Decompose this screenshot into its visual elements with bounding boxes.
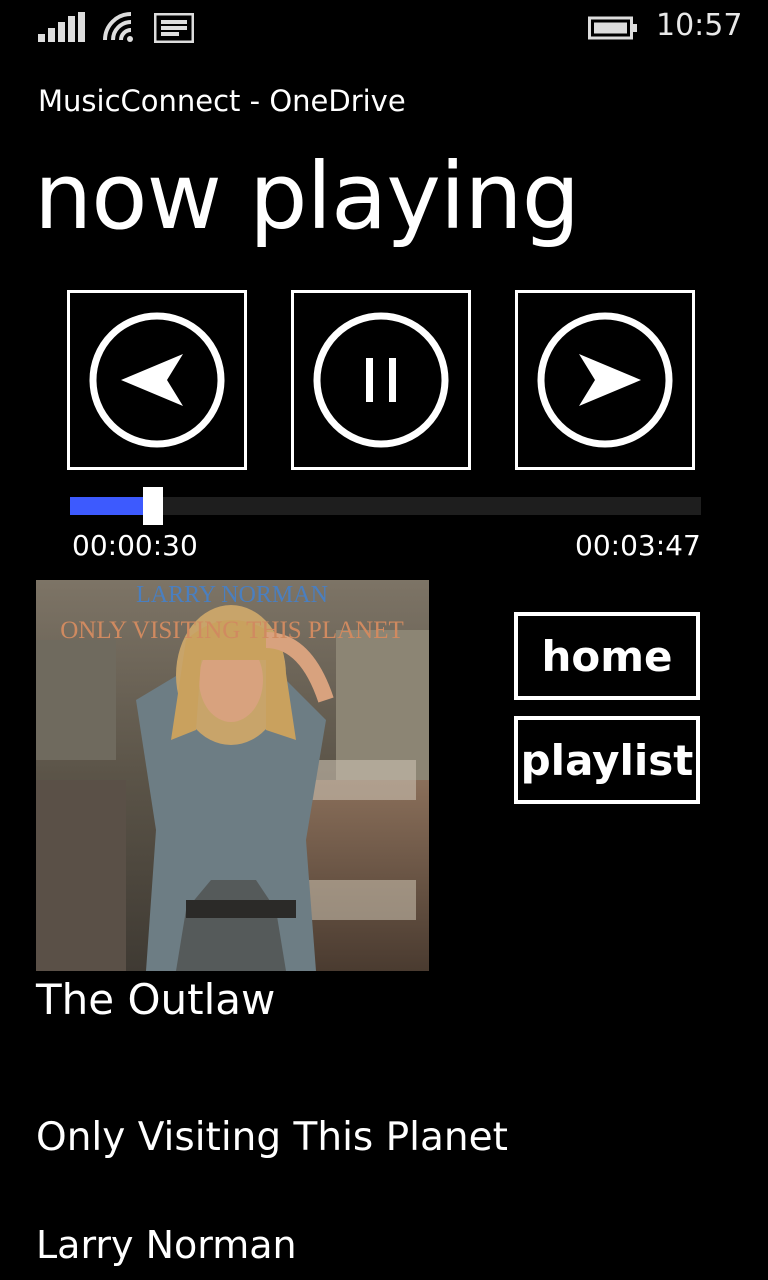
next-button[interactable] xyxy=(515,290,695,470)
message-icon xyxy=(154,13,194,43)
progress-slider[interactable] xyxy=(70,487,701,525)
app-title: MusicConnect - OneDrive xyxy=(38,84,406,118)
progress-thumb[interactable] xyxy=(143,487,164,525)
previous-icon xyxy=(89,312,225,448)
pause-icon xyxy=(313,312,449,448)
previous-button[interactable] xyxy=(67,290,247,470)
signal-icon xyxy=(38,12,85,42)
home-button[interactable]: home xyxy=(514,612,700,700)
total-duration: 00:03:47 xyxy=(575,529,701,562)
status-bar: 10:57 xyxy=(0,0,768,60)
wifi-icon xyxy=(103,12,133,42)
album-art: LARRY NORMAN ONLY VISITING THIS PLANET xyxy=(36,580,429,971)
cover-title-text: ONLY VISITING THIS PLANET xyxy=(60,617,404,644)
song-title: The Outlaw xyxy=(36,975,276,1024)
cover-artist-text: LARRY NORMAN xyxy=(136,582,328,608)
artist-name: Larry Norman xyxy=(36,1223,297,1267)
playlist-button[interactable]: playlist xyxy=(514,716,700,804)
clock: 10:57 xyxy=(656,8,743,43)
album-title: Only Visiting This Planet xyxy=(36,1115,508,1160)
battery-icon xyxy=(588,16,637,40)
pause-button[interactable] xyxy=(291,290,471,470)
next-icon xyxy=(537,312,673,448)
elapsed-time: 00:00:30 xyxy=(72,529,198,562)
progress-fill xyxy=(70,497,154,515)
page-title: now playing xyxy=(34,143,580,250)
